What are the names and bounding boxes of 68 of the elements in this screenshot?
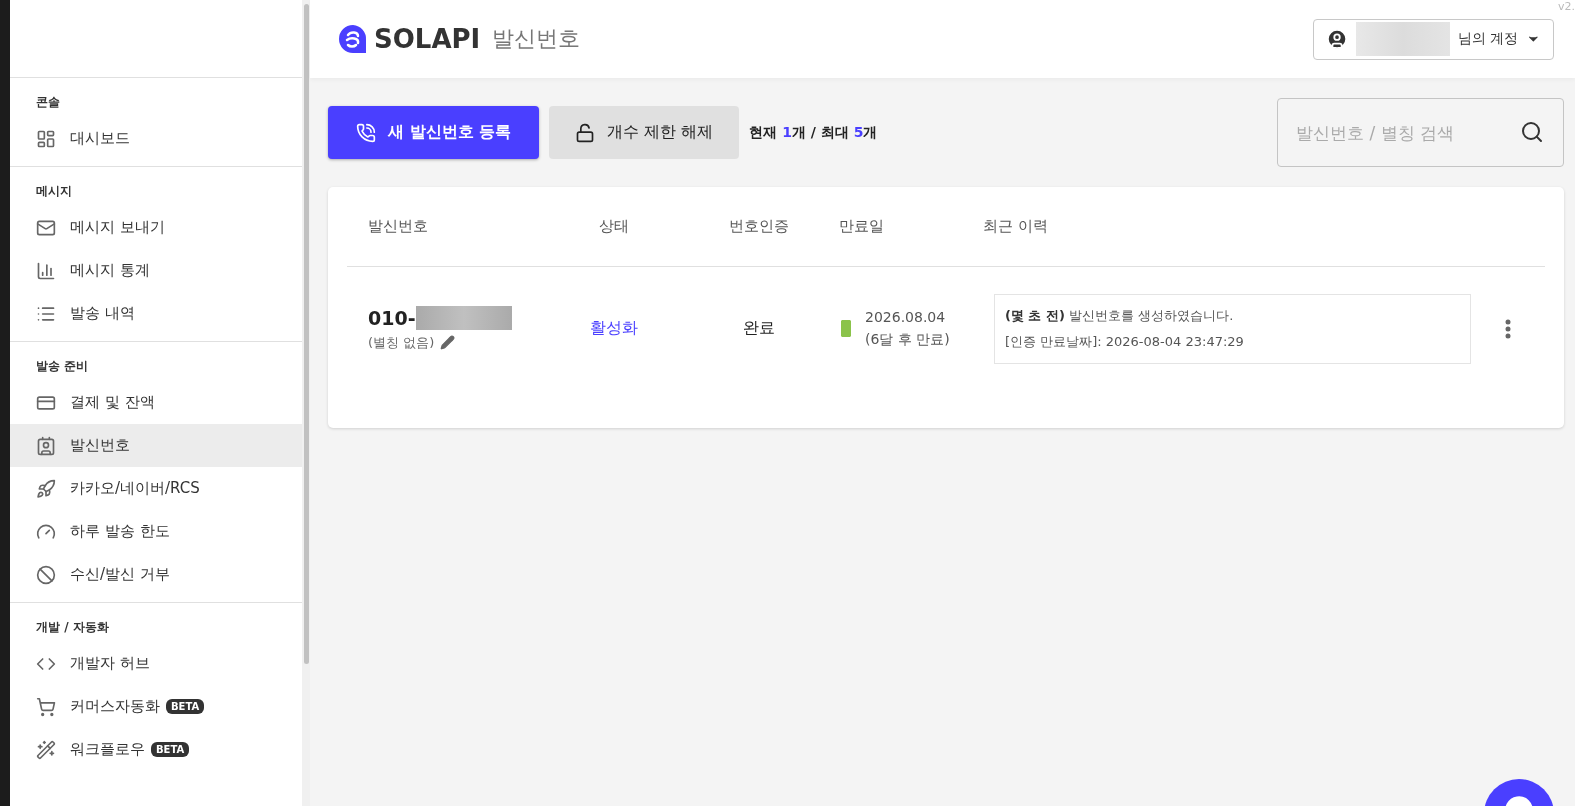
sidebar-item[interactable]: 개발자 허브 — [10, 642, 302, 685]
dashboard-icon — [36, 128, 56, 149]
beta-tag: BETA — [166, 699, 205, 714]
block-icon — [36, 564, 56, 585]
column-header: 최근 이력 — [982, 217, 1049, 236]
sidebar-label: 메시지 통계 — [70, 261, 150, 280]
column-header: 만료일 — [838, 217, 885, 236]
cart-icon — [36, 696, 56, 717]
page-title: 발신번호 — [492, 25, 582, 53]
scrollbar-thumb[interactable] — [303, 4, 309, 664]
edit-icon[interactable] — [440, 335, 456, 350]
sidebar-item[interactable]: 메시지 통계 — [10, 249, 302, 292]
sidebar-label: 메시지 보내기 — [70, 218, 165, 237]
column-header: 상태 — [598, 217, 630, 236]
verification-status: 완료 — [742, 318, 776, 339]
contact-card-icon — [36, 435, 56, 456]
battery-icon — [841, 320, 851, 337]
section-title: 개발 / 자동화 — [35, 619, 110, 636]
more-button[interactable] — [1505, 318, 1511, 339]
sidebar-label: 커머스자동화 — [70, 697, 160, 716]
sidebar-item[interactable]: 발송 내역 — [10, 292, 302, 335]
more-icon — [1505, 318, 1511, 339]
logo-icon — [338, 24, 368, 54]
rocket-icon — [36, 478, 56, 499]
version-label: v2. — [1558, 0, 1575, 13]
register-button[interactable]: 새 발신번호 등록 — [328, 106, 540, 159]
section-title: 콘솔 — [35, 94, 61, 111]
sidebar-item[interactable]: 대시보드 — [10, 117, 302, 160]
column-header: 발신번호 — [367, 217, 429, 236]
bar-chart-icon — [36, 260, 56, 281]
unlock-icon — [575, 122, 596, 143]
sidebar-label: 발신번호 — [70, 436, 130, 455]
sidebar-item[interactable]: 카카오/네이버/RCS — [10, 467, 302, 510]
phone-number: 010- — [368, 306, 416, 329]
beta-tag: BETA — [151, 742, 190, 757]
sidebar-item[interactable]: 워크플로우 BETA — [10, 728, 302, 771]
account-icon — [1326, 27, 1349, 51]
sidebar-item[interactable]: 하루 발송 한도 — [10, 510, 302, 553]
history-line: (몇 초 전) 발신번호를 생성하였습니다. — [1005, 306, 1235, 325]
section-title: 메시지 — [35, 183, 73, 200]
add-phone-icon — [356, 122, 376, 143]
sidebar-label: 개발자 허브 — [70, 654, 150, 673]
section-title: 발송 준비 — [35, 358, 90, 375]
search-field[interactable]: 발신번호 / 별칭 검색 — [1277, 98, 1564, 167]
history-line: [인증 만료날짜]: 2026-08-04 23:47:29 — [1005, 332, 1245, 351]
search-icon — [1520, 120, 1544, 144]
expiry-note: (6달 후 만료) — [865, 330, 950, 349]
sidebar-label: 하루 발송 한도 — [70, 522, 170, 541]
count-text: 현재 1개 / 최대 5개 — [749, 123, 879, 142]
status-link[interactable]: 활성화 — [547, 318, 681, 339]
sidebar-label: 대시보드 — [70, 129, 130, 148]
sidebar-label: 결제 및 잔액 — [70, 393, 155, 412]
sidebar-label: 수신/발신 거부 — [70, 565, 170, 584]
sidebar-item[interactable]: 결제 및 잔액 — [10, 381, 302, 424]
sidebar-label: 카카오/네이버/RCS — [70, 479, 200, 498]
magic-wand-icon — [36, 739, 56, 760]
sidebar-label: 발송 내역 — [70, 304, 135, 323]
sidebar-item[interactable]: 커머스자동화 BETA — [10, 685, 302, 728]
unlock-button[interactable]: 개수 제한 해제 — [549, 106, 740, 159]
account-button[interactable]: 님의 계정 — [1313, 18, 1554, 60]
brand-name: SOLAPI — [374, 24, 481, 54]
expiry-date: 2026.08.04 — [865, 308, 947, 325]
column-header: 번호인증 — [728, 217, 790, 236]
sidebar-label: 워크플로우 — [70, 740, 145, 759]
sidebar-item[interactable]: 메시지 보내기 — [10, 206, 302, 249]
alias-text: (별칭 없음) — [368, 333, 435, 352]
sidebar-item[interactable]: 수신/발신 거부 — [10, 553, 302, 596]
sidebar-item[interactable]: 발신번호 — [10, 424, 302, 467]
